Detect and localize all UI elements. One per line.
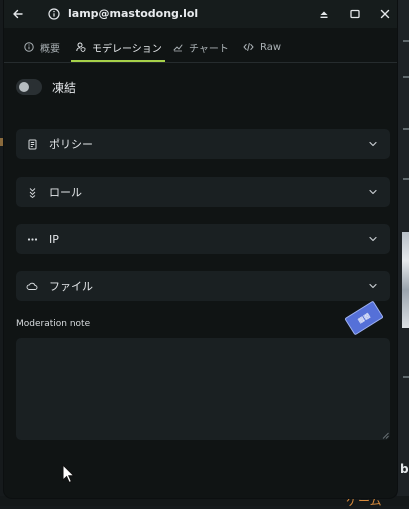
- back-button[interactable]: [10, 6, 26, 22]
- badge-icon: [25, 185, 39, 199]
- close-button[interactable]: [377, 6, 393, 22]
- toggle-knob: [19, 82, 29, 92]
- section-label: ポリシー: [49, 138, 93, 151]
- mouse-cursor-icon: [62, 464, 76, 484]
- user-info-window: lamp@mastodong.lol 概要 モデレーション チャート Raw 凍…: [4, 0, 397, 498]
- freeze-toggle[interactable]: [16, 79, 42, 95]
- dots-icon: [25, 232, 39, 246]
- sticker-badge: ▦▦: [344, 300, 384, 336]
- moderation-note-textarea[interactable]: [16, 338, 390, 440]
- freeze-label: 凍結: [52, 80, 77, 95]
- section-label: IP: [49, 232, 59, 246]
- window-title: lamp@mastodong.lol: [68, 7, 199, 20]
- tab-chart[interactable]: チャート: [173, 32, 229, 62]
- tab-label: Raw: [260, 41, 282, 53]
- code-icon: [243, 43, 254, 51]
- background-text: b: [400, 462, 409, 476]
- maximize-button[interactable]: [347, 6, 363, 22]
- tab-overview[interactable]: 概要: [24, 32, 60, 62]
- tab-moderation[interactable]: モデレーション: [76, 32, 162, 62]
- section-policy[interactable]: ポリシー: [16, 129, 390, 159]
- titlebar: lamp@mastodong.lol: [4, 0, 397, 28]
- chevron-down-icon: [369, 141, 377, 147]
- freeze-toggle-row: 凍結: [16, 78, 76, 96]
- chevron-down-icon: [369, 189, 377, 195]
- section-roles[interactable]: ロール: [16, 177, 390, 207]
- background-mark: [403, 376, 409, 378]
- info-icon: [24, 42, 34, 52]
- background-mark: [403, 76, 409, 78]
- chart-icon: [173, 44, 183, 52]
- user-shield-icon: [76, 42, 86, 52]
- collapse-icon: [320, 11, 328, 18]
- background-mark: [403, 40, 409, 42]
- tab-raw[interactable]: Raw: [243, 32, 281, 62]
- section-label: ロール: [49, 186, 82, 199]
- background-mark: [403, 178, 409, 180]
- tab-label: チャート: [189, 43, 229, 55]
- section-ip[interactable]: IP: [16, 224, 390, 254]
- document-icon: [25, 137, 39, 151]
- chevron-down-icon: [369, 236, 377, 242]
- close-icon: [380, 9, 390, 19]
- tab-bar: 概要 モデレーション チャート Raw: [4, 32, 397, 63]
- collapse-button[interactable]: [316, 6, 332, 22]
- resize-grip-icon[interactable]: [382, 432, 389, 439]
- background-image: [402, 232, 409, 328]
- section-label: ファイル: [49, 280, 93, 293]
- tab-label: モデレーション: [92, 43, 162, 55]
- info-icon: [46, 6, 62, 22]
- moderation-note-label: Moderation note: [16, 319, 91, 329]
- active-tab-indicator: [71, 60, 165, 62]
- arrow-left-icon: [13, 9, 23, 19]
- background-mark: [403, 128, 409, 130]
- tab-label: 概要: [40, 43, 60, 55]
- chevron-down-icon: [369, 283, 377, 289]
- cloud-icon: [25, 279, 39, 293]
- section-files[interactable]: ファイル: [16, 271, 390, 301]
- maximize-icon: [350, 9, 360, 19]
